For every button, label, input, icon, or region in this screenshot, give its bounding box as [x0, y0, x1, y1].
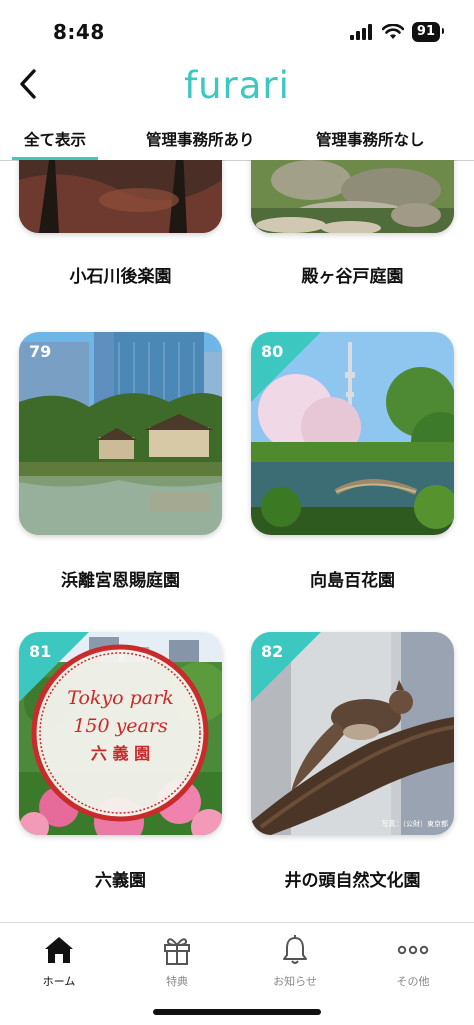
nav-bar: furari	[0, 62, 474, 122]
garden-photo: 80	[251, 332, 454, 535]
garden-number: 81	[29, 642, 52, 661]
bell-icon	[283, 935, 307, 964]
tab-label: その他	[396, 975, 430, 988]
filter-tabs: 全て表示 管理事務所あり 管理事務所なし	[0, 122, 474, 161]
tab-home[interactable]: ホーム	[0, 931, 118, 989]
more-icon	[397, 945, 429, 955]
tab-notifications[interactable]: お知らせ	[236, 931, 354, 989]
garden-photo	[251, 160, 454, 233]
tab-benefits[interactable]: 特典	[118, 931, 236, 989]
home-indicator	[153, 1009, 321, 1015]
stamp-line-2: 150 years	[73, 715, 168, 737]
status-time: 8:48	[53, 20, 105, 44]
garden-grid: 小石川後楽園 殿ヶ谷戸庭園 79 浜離宮恩賜庭園 80 向島百花園 Tokyo …	[0, 160, 474, 922]
garden-number: 79	[29, 342, 52, 361]
garden-name: 浜離宮恩賜庭園	[61, 571, 180, 591]
garden-photo: 79	[19, 332, 222, 535]
wifi-icon	[381, 24, 404, 39]
garden-number: 82	[261, 642, 284, 661]
photo-credit: 写真：（公財）東京都	[381, 820, 449, 828]
tab-without-office[interactable]: 管理事務所なし	[316, 128, 425, 158]
status-bar: 8:48 91	[0, 0, 474, 62]
garden-photo	[19, 160, 222, 233]
garden-photo: 写真：（公財）東京都 82	[251, 632, 454, 835]
status-icons: 91	[349, 22, 445, 42]
tab-all[interactable]: 全て表示	[11, 128, 99, 160]
garden-name: 殿ヶ谷戸庭園	[301, 267, 404, 287]
signal-icon	[349, 24, 372, 40]
tab-with-office[interactable]: 管理事務所あり	[146, 128, 255, 158]
garden-name: 向島百花園	[310, 571, 395, 591]
garden-photo: Tokyo park 150 years 六 義 園 81	[19, 632, 222, 835]
tab-label: 特典	[166, 975, 188, 988]
garden-name: 小石川後楽園	[69, 267, 172, 287]
battery-indicator: 91	[411, 22, 445, 42]
tab-more[interactable]: その他	[354, 931, 472, 989]
gift-icon	[164, 938, 190, 965]
app-logo: furari	[184, 64, 290, 107]
stamp-line-3: 六 義 園	[90, 744, 151, 763]
garden-name: 六義園	[95, 871, 146, 891]
garden-name: 井の頭自然文化園	[284, 871, 421, 891]
tab-label: ホーム	[42, 975, 76, 988]
garden-number: 80	[261, 342, 284, 361]
tab-label: お知らせ	[273, 975, 317, 988]
home-icon	[45, 937, 73, 963]
